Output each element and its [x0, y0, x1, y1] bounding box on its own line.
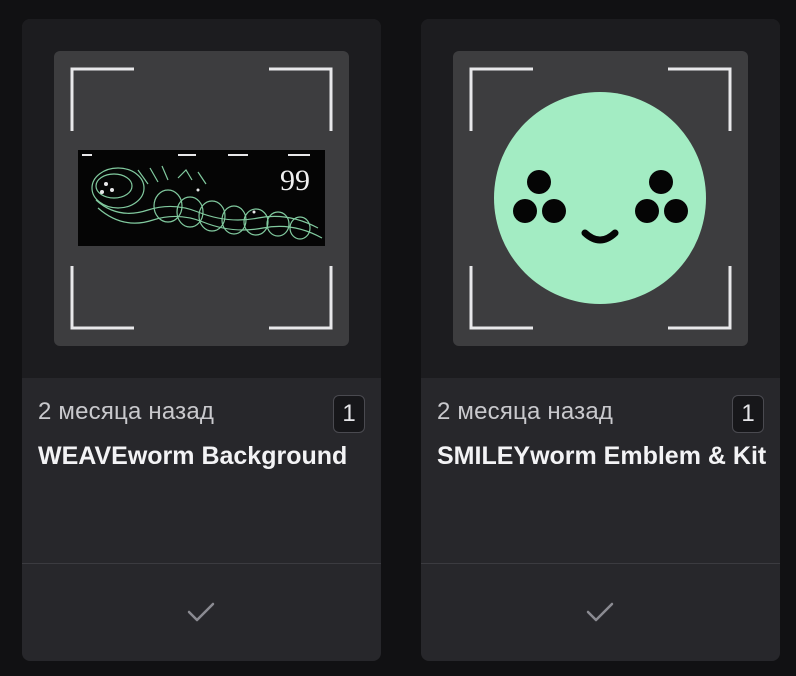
- updated-date: 2 месяца назад: [437, 398, 614, 425]
- thumbnail[interactable]: 99: [54, 51, 349, 346]
- card-title[interactable]: SMILEYworm Emblem & Kit: [437, 436, 767, 476]
- count-badge: 1: [333, 395, 365, 433]
- scan-frame-icon: [469, 67, 732, 330]
- count-badge: 1: [732, 395, 764, 433]
- card-info: 2 месяца назад 1 SMILEYworm Emblem & Kit: [421, 378, 780, 563]
- card-footer[interactable]: [22, 563, 381, 661]
- asset-grid: 99 2 месяца назад 1 WEAVEworm Background: [0, 0, 796, 676]
- thumbnail[interactable]: [453, 51, 748, 346]
- check-icon[interactable]: [585, 600, 615, 624]
- weaveworm-artwork: 99: [78, 150, 325, 246]
- thumbnail-area[interactable]: [421, 19, 780, 378]
- asset-card-smileyworm[interactable]: 2 месяца назад 1 SMILEYworm Emblem & Kit: [421, 19, 780, 661]
- thumbnail-area[interactable]: 99: [22, 19, 381, 378]
- thumb-number: 99: [280, 164, 310, 197]
- check-icon[interactable]: [186, 600, 216, 624]
- updated-date: 2 месяца назад: [38, 398, 215, 425]
- asset-card-weaveworm[interactable]: 99 2 месяца назад 1 WEAVEworm Background: [22, 19, 381, 661]
- card-info: 2 месяца назад 1 WEAVEworm Background: [22, 378, 381, 563]
- card-title[interactable]: WEAVEworm Background: [38, 436, 368, 476]
- card-footer[interactable]: [421, 563, 780, 661]
